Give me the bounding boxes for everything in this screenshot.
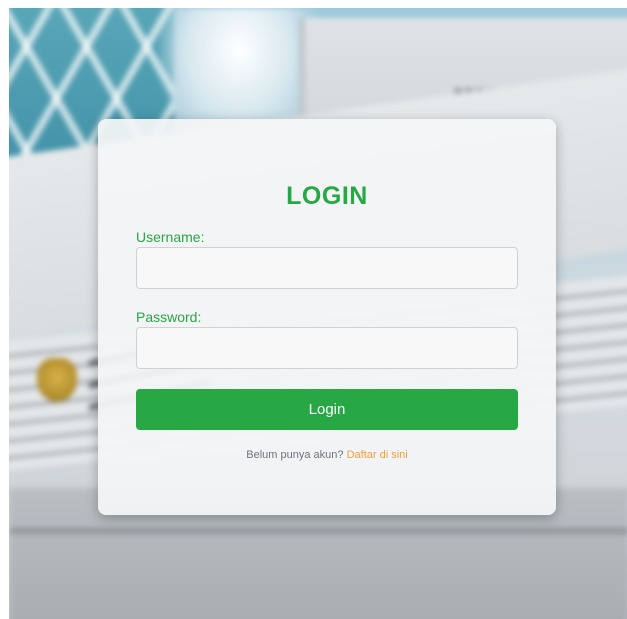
password-label: Password: [136,309,202,325]
register-prompt-row: Belum punya akun? Daftar di sini [136,449,518,461]
username-input[interactable] [136,247,518,289]
emblem-icon [37,358,77,402]
register-prompt-text: Belum punya akun? [246,449,344,461]
password-input[interactable] [136,327,518,369]
login-title: LOGIN [286,182,368,210]
login-button[interactable]: Login [136,389,518,430]
login-card: LOGIN Username: Password: Login Belum pu… [98,119,556,515]
register-link[interactable]: Daftar di sini [347,449,408,461]
username-label: Username: [136,229,205,245]
